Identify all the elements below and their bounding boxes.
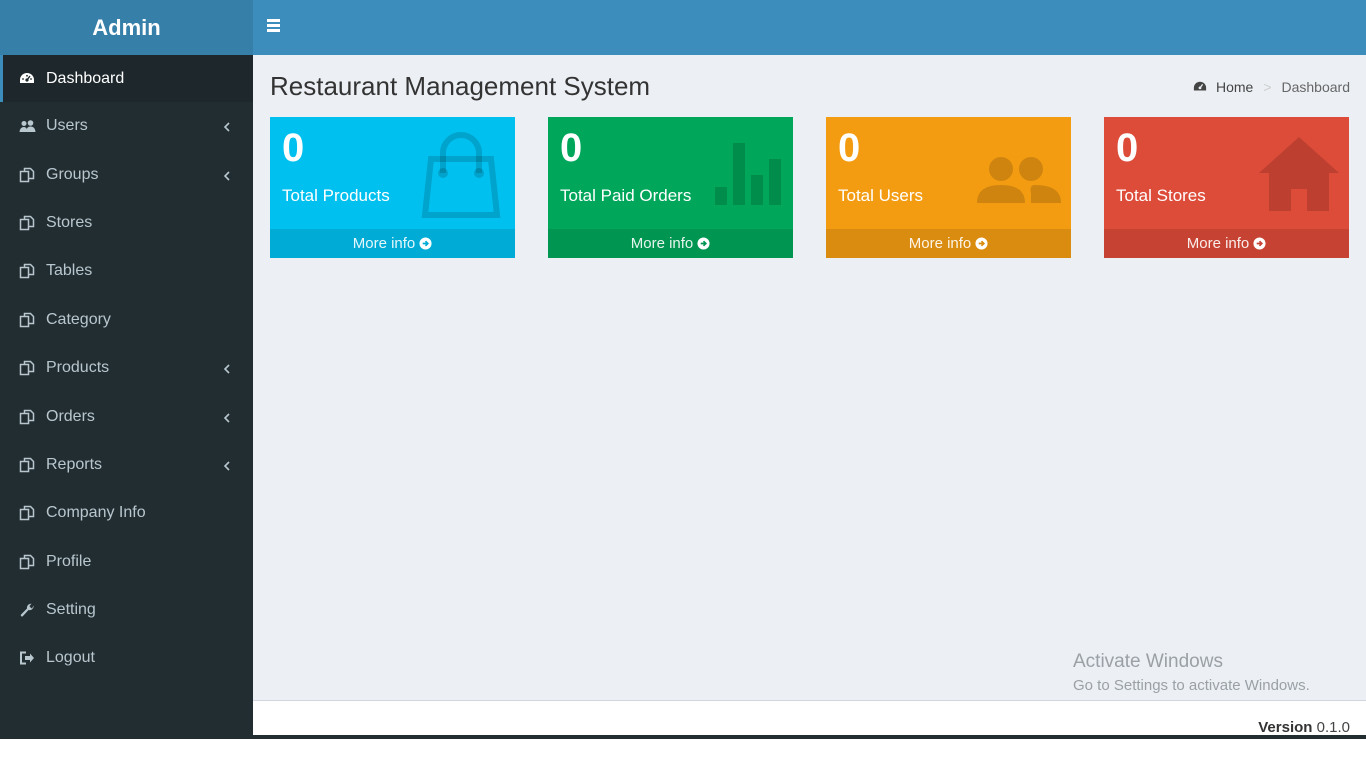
version-number: 0.1.0 bbox=[1316, 719, 1350, 736]
dashboard-icon bbox=[18, 70, 36, 88]
arrow-circle-right-icon bbox=[419, 237, 432, 250]
sidebar-item-products[interactable]: Products bbox=[0, 344, 253, 392]
more-info-label: More info bbox=[908, 235, 972, 252]
sidebar-item-profile[interactable]: Profile bbox=[0, 538, 253, 586]
copy-icon bbox=[18, 504, 36, 522]
page-footer: Version 0.1.0 bbox=[253, 700, 1366, 736]
version-label: Version bbox=[1258, 719, 1313, 736]
app-root: Admin Dashboard Users Groups Stores Tabl… bbox=[0, 0, 1366, 768]
sidebar-item-label: Company Info bbox=[46, 504, 146, 522]
logo[interactable]: Admin bbox=[0, 0, 253, 55]
watermark-title: Activate Windows bbox=[1073, 651, 1223, 672]
windows-activation-watermark: Activate Windows Go to Settings to activ… bbox=[1073, 651, 1310, 694]
chevron-left-icon bbox=[223, 459, 233, 471]
sidebar-item-label: Profile bbox=[46, 552, 92, 570]
home-icon bbox=[1259, 137, 1339, 211]
sidebar-item-label: Products bbox=[46, 359, 110, 377]
sidebar-item-dashboard[interactable]: Dashboard bbox=[0, 55, 253, 102]
chevron-left-icon bbox=[223, 411, 233, 423]
wrench-icon bbox=[18, 601, 36, 619]
stat-label: Total Paid Orders bbox=[560, 186, 692, 205]
stat-value: 0 bbox=[1116, 126, 1139, 170]
sidebar-item-label: Stores bbox=[46, 213, 93, 231]
sidebar-toggle-icon[interactable] bbox=[267, 19, 283, 35]
sidebar-item-label: Orders bbox=[46, 407, 95, 425]
sidebar-item-users[interactable]: Users bbox=[0, 102, 253, 150]
copy-icon bbox=[18, 166, 36, 184]
more-info-link[interactable]: More info bbox=[1104, 229, 1349, 258]
shopping-bag-icon bbox=[421, 132, 501, 218]
top-navbar bbox=[253, 0, 1366, 55]
more-info-label: More info bbox=[1186, 235, 1250, 252]
page-title: Restaurant Management System bbox=[270, 71, 651, 101]
chevron-left-icon bbox=[223, 120, 233, 132]
arrow-circle-right-icon bbox=[1253, 237, 1266, 250]
chevron-left-icon bbox=[223, 169, 233, 181]
stat-value: 0 bbox=[838, 126, 861, 170]
sidebar-item-label: Reports bbox=[46, 455, 103, 473]
sidebar-item-label: Category bbox=[46, 310, 111, 328]
more-info-label: More info bbox=[352, 235, 416, 252]
bar-chart-icon bbox=[715, 143, 781, 205]
breadcrumb-separator: > bbox=[1263, 79, 1272, 95]
sidebar-item-label: Tables bbox=[46, 262, 93, 280]
more-info-link[interactable]: More info bbox=[548, 229, 793, 258]
arrow-circle-right-icon bbox=[975, 237, 988, 250]
stat-label: Total Users bbox=[838, 186, 924, 205]
copy-icon bbox=[18, 311, 36, 329]
sign-out-icon bbox=[18, 649, 36, 667]
sidebar-item-label: Users bbox=[46, 117, 88, 135]
copy-icon bbox=[18, 456, 36, 474]
sidebar-item-category[interactable]: Category bbox=[0, 296, 253, 344]
sidebar-item-groups[interactable]: Groups bbox=[0, 150, 253, 198]
sidebar-item-label: Setting bbox=[46, 601, 96, 619]
stat-label: Total Products bbox=[282, 186, 390, 205]
copy-icon bbox=[18, 408, 36, 426]
users-icon bbox=[977, 157, 1061, 203]
copy-icon bbox=[18, 359, 36, 377]
sidebar-item-tables[interactable]: Tables bbox=[0, 247, 253, 295]
sidebar-item-label: Logout bbox=[46, 649, 95, 667]
sidebar-item-label: Groups bbox=[46, 165, 99, 183]
breadcrumb-current: Dashboard bbox=[1281, 79, 1351, 95]
stat-box-paid-orders: 0 Total Paid Orders More info bbox=[548, 117, 793, 258]
breadcrumb-home-link[interactable]: Home bbox=[1216, 79, 1253, 95]
users-icon bbox=[18, 117, 36, 135]
sidebar-item-orders[interactable]: Orders bbox=[0, 392, 253, 440]
copy-icon bbox=[18, 214, 36, 232]
stat-value: 0 bbox=[560, 126, 583, 170]
stat-box-users: 0 Total Users More info bbox=[826, 117, 1071, 258]
stat-box-products: 0 Total Products More info bbox=[270, 117, 515, 258]
copy-icon bbox=[18, 262, 36, 280]
stat-label: Total Stores bbox=[1116, 186, 1206, 205]
sidebar-item-logout[interactable]: Logout bbox=[0, 634, 253, 682]
sidebar: Dashboard Users Groups Stores Tables Cat… bbox=[0, 55, 253, 735]
watermark-subtitle: Go to Settings to activate Windows. bbox=[1073, 677, 1310, 694]
version-info: Version 0.1.0 bbox=[1258, 719, 1350, 736]
dashboard-icon bbox=[1193, 81, 1207, 91]
bottom-bar bbox=[0, 735, 1366, 739]
breadcrumb: Home > Dashboard bbox=[1193, 79, 1350, 95]
sidebar-item-label: Dashboard bbox=[46, 69, 125, 87]
sidebar-item-reports[interactable]: Reports bbox=[0, 441, 253, 489]
content-area: Restaurant Management System Home > Dash… bbox=[253, 55, 1366, 700]
copy-icon bbox=[18, 553, 36, 571]
arrow-circle-right-icon bbox=[697, 237, 710, 250]
more-info-label: More info bbox=[630, 235, 694, 252]
more-info-link[interactable]: More info bbox=[270, 229, 515, 258]
stat-box-stores: 0 Total Stores More info bbox=[1104, 117, 1349, 258]
chevron-left-icon bbox=[223, 362, 233, 374]
sidebar-item-stores[interactable]: Stores bbox=[0, 199, 253, 247]
sidebar-item-setting[interactable]: Setting bbox=[0, 586, 253, 634]
sidebar-item-company-info[interactable]: Company Info bbox=[0, 489, 253, 537]
more-info-link[interactable]: More info bbox=[826, 229, 1071, 258]
stat-value: 0 bbox=[282, 126, 305, 170]
